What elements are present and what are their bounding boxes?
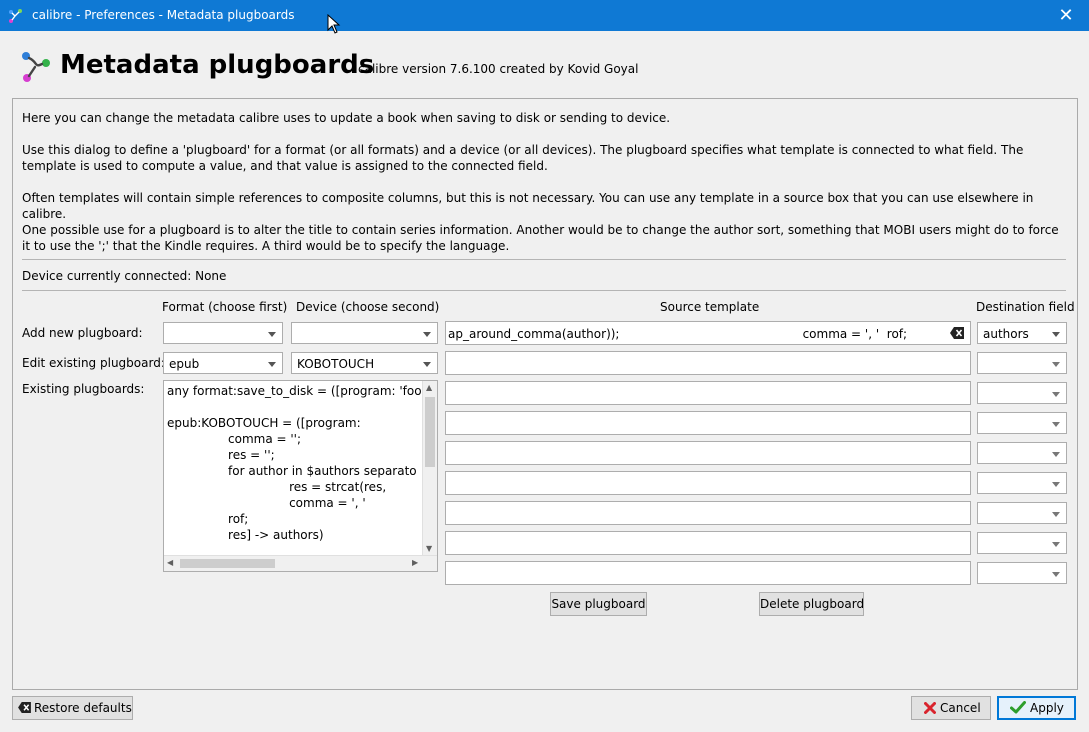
vertical-scrollbar[interactable]: ▲ ▼: [422, 381, 437, 556]
intro-paragraph-3: Often templates will contain simple refe…: [22, 191, 1034, 221]
chevron-down-icon: [1052, 512, 1060, 517]
destination-field-value: authors: [983, 327, 1029, 341]
destination-field-select[interactable]: [977, 412, 1067, 434]
scroll-right-icon[interactable]: ▶: [412, 558, 418, 567]
existing-plugboards-list[interactable]: any format:save_to_disk = ([program: 'fo…: [163, 380, 438, 572]
chevron-down-icon: [423, 362, 431, 367]
calibre-app-icon: [9, 9, 22, 23]
edit-plugboard-label: Edit existing plugboard:: [22, 356, 165, 370]
destination-field-select[interactable]: authors: [977, 322, 1067, 344]
page-title: Metadata plugboards: [60, 50, 375, 80]
edit-format-value: epub: [169, 357, 200, 371]
destination-field-select[interactable]: [977, 352, 1067, 374]
destination-field-select[interactable]: [977, 472, 1067, 494]
list-item: epub:KOBOTOUCH = ([program:: [167, 416, 361, 430]
chevron-down-icon: [1052, 572, 1060, 577]
edit-format-select[interactable]: epub: [163, 352, 283, 374]
source-template-input[interactable]: [445, 381, 971, 405]
source-template-input[interactable]: [445, 441, 971, 465]
close-icon[interactable]: ✕: [1043, 0, 1089, 31]
chevron-down-icon: [268, 332, 276, 337]
version-text: calibre version 7.6.100 created by Kovid…: [358, 62, 639, 76]
checkmark-icon: [1010, 701, 1026, 714]
device-column-header: Device (choose second): [296, 300, 440, 314]
source-template-input[interactable]: [445, 471, 971, 495]
clear-text-icon[interactable]: [950, 327, 964, 339]
restore-icon: [18, 702, 31, 713]
destination-field-select[interactable]: [977, 382, 1067, 404]
format-column-header: Format (choose first): [162, 300, 288, 314]
plugboards-panel: Here you can change the metadata calibre…: [12, 98, 1078, 690]
chevron-down-icon: [1052, 452, 1060, 457]
window-title: calibre - Preferences - Metadata plugboa…: [32, 8, 295, 22]
intro-paragraph-4: One possible use for a plugboard is to a…: [22, 223, 1059, 253]
edit-device-value: KOBOTOUCH: [297, 357, 375, 371]
destination-field-select[interactable]: [977, 562, 1067, 584]
scrollbar-thumb[interactable]: [180, 559, 275, 568]
existing-plugboards-label: Existing plugboards:: [22, 382, 145, 396]
source-column-header: Source template: [660, 300, 760, 314]
destination-field-select[interactable]: [977, 532, 1067, 554]
source-template-input[interactable]: [445, 351, 971, 375]
separator: [22, 290, 1066, 291]
restore-defaults-label: Restore defaults: [34, 701, 132, 715]
source-template-input[interactable]: [445, 501, 971, 525]
cancel-button[interactable]: Cancel: [911, 696, 991, 720]
list-item: res = '';: [167, 448, 275, 462]
edit-device-select[interactable]: KOBOTOUCH: [291, 352, 438, 374]
list-item: comma = ', ': [167, 496, 366, 510]
source-template-input[interactable]: ap_around_comma(author)); comma = ', ' r…: [445, 321, 971, 345]
list-item: res] -> authors): [167, 528, 324, 542]
chevron-down-icon: [1052, 332, 1060, 337]
chevron-down-icon: [1052, 482, 1060, 487]
delete-plugboard-button[interactable]: Delete plugboard: [759, 592, 864, 616]
cancel-x-icon: [924, 702, 936, 714]
separator: [22, 259, 1066, 260]
destination-field-select[interactable]: [977, 442, 1067, 464]
source-template-value: ap_around_comma(author)); comma = ', ' r…: [448, 327, 971, 341]
mouse-cursor-icon: [327, 14, 341, 34]
chevron-down-icon: [268, 362, 276, 367]
intro-paragraph-2: Use this dialog to define a 'plugboard' …: [22, 143, 1024, 173]
destination-field-select[interactable]: [977, 502, 1067, 524]
save-plugboard-button[interactable]: Save plugboard: [550, 592, 647, 616]
list-item: res = strcat(res,: [167, 480, 387, 494]
title-bar: calibre - Preferences - Metadata plugboa…: [0, 0, 1089, 31]
chevron-down-icon: [1052, 362, 1060, 367]
list-item: any format:save_to_disk = ([program: 'fo…: [167, 384, 438, 398]
source-template-input[interactable]: [445, 561, 971, 585]
horizontal-scrollbar[interactable]: ◀ ▶: [164, 555, 437, 571]
list-item: for author in $authors separato: [167, 464, 417, 478]
cancel-label: Cancel: [940, 701, 981, 715]
apply-button[interactable]: Apply: [997, 696, 1076, 720]
scrollbar-thumb[interactable]: [425, 397, 435, 467]
scroll-left-icon[interactable]: ◀: [167, 558, 173, 567]
source-template-input[interactable]: [445, 531, 971, 555]
chevron-down-icon: [423, 332, 431, 337]
scroll-up-icon[interactable]: ▲: [426, 383, 432, 392]
chevron-down-icon: [1052, 542, 1060, 547]
chevron-down-icon: [1052, 422, 1060, 427]
source-template-input[interactable]: [445, 411, 971, 435]
plugboard-logo-icon: [22, 52, 50, 82]
list-item: comma = '';: [167, 432, 302, 446]
list-item: rof;: [167, 512, 249, 526]
restore-defaults-button[interactable]: Restore defaults: [12, 696, 133, 720]
add-device-select[interactable]: [291, 322, 438, 344]
destination-column-header: Destination field: [976, 300, 1075, 314]
add-format-select[interactable]: [163, 322, 283, 344]
scroll-down-icon[interactable]: ▼: [426, 544, 432, 553]
apply-label: Apply: [1030, 701, 1064, 715]
add-plugboard-label: Add new plugboard:: [22, 326, 143, 340]
chevron-down-icon: [1052, 392, 1060, 397]
intro-paragraph-1: Here you can change the metadata calibre…: [22, 111, 671, 125]
device-status: Device currently connected: None: [22, 269, 227, 283]
